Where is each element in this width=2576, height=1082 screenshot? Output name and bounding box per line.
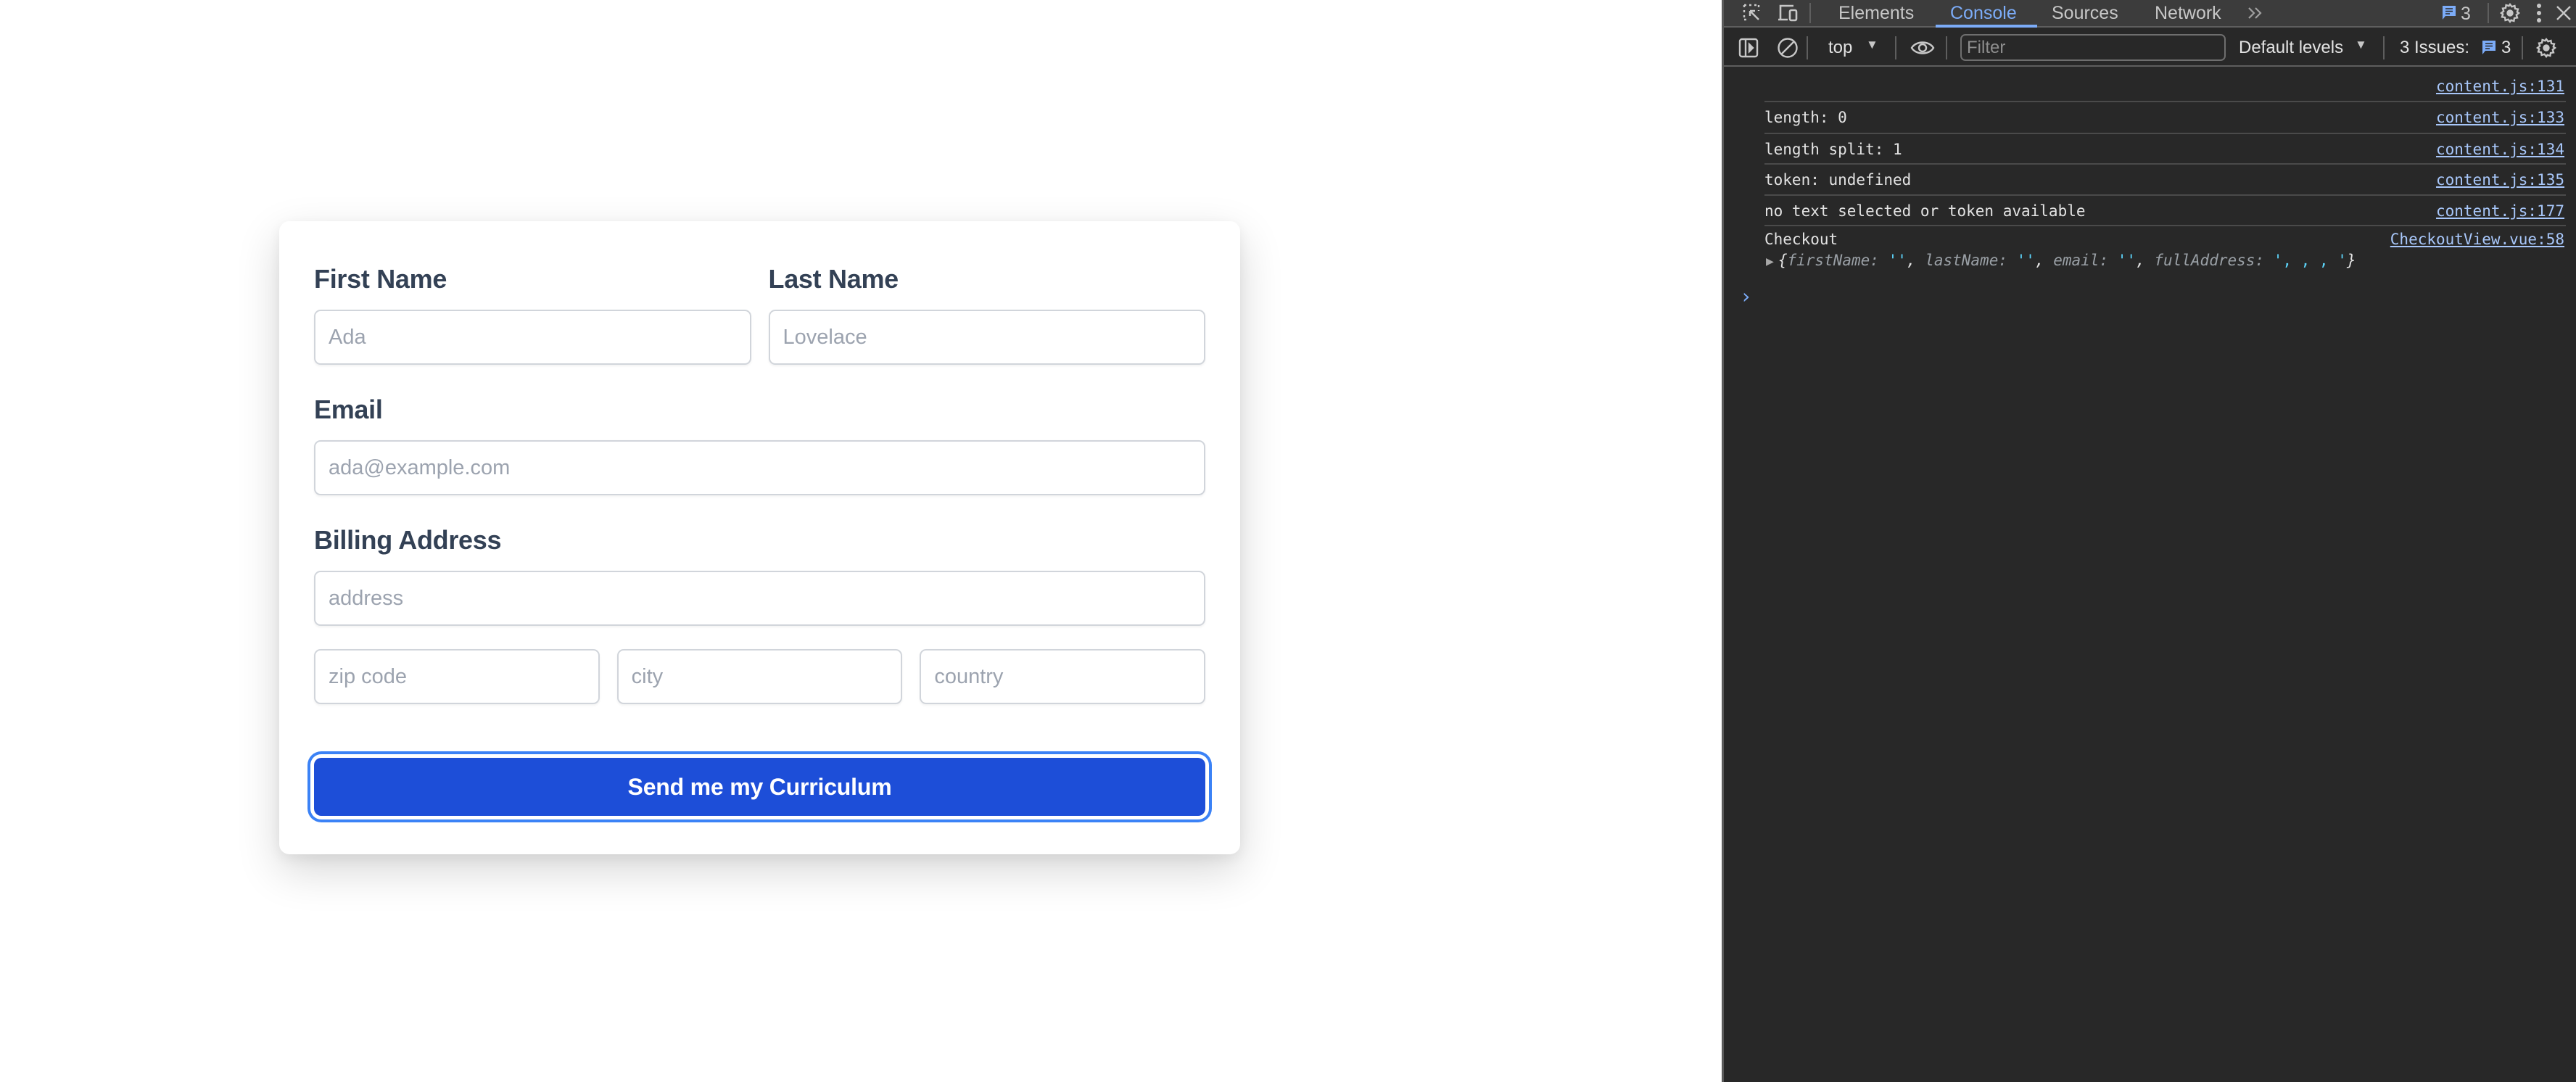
- more-tabs-chevron-icon[interactable]: [2245, 2, 2266, 24]
- log-message: length: 0: [1764, 109, 1847, 126]
- active-tab-underline: [1936, 25, 2037, 28]
- web-page: First Name Last Name Email Billing Addre…: [0, 0, 1722, 1082]
- levels-dropdown-caret-icon[interactable]: ▼: [2355, 38, 2367, 52]
- first-name-input[interactable]: [314, 310, 751, 365]
- devtools-tab-bar: Elements Console Sources Network 3: [1724, 0, 2576, 28]
- messages-icon[interactable]: [2441, 4, 2457, 22]
- send-curriculum-button[interactable]: Send me my Curriculum: [314, 758, 1205, 816]
- toolbar-divider: [1946, 36, 1947, 59]
- console-settings-gear-icon[interactable]: [2535, 36, 2558, 59]
- issues-label[interactable]: 3 Issues:: [2400, 38, 2469, 58]
- clear-console-icon[interactable]: [1776, 36, 1799, 59]
- toolbar-divider: [2522, 36, 2523, 59]
- log-source-link[interactable]: CheckoutView.vue:58: [2390, 231, 2564, 248]
- console-output: content.js:131 length: 0 content.js:133 …: [1724, 68, 2576, 1082]
- console-log-row: length split: 1 content.js:134: [1764, 133, 2566, 163]
- inspect-element-icon[interactable]: [1740, 1, 1764, 25]
- settings-gear-icon[interactable]: [2498, 1, 2522, 25]
- messages-count: 3: [2461, 4, 2471, 24]
- expand-triangle-icon[interactable]: ▶: [1766, 254, 1774, 269]
- first-name-group: First Name: [314, 256, 751, 365]
- city-input[interactable]: [616, 649, 903, 704]
- toolbar-divider: [2383, 36, 2385, 59]
- tab-sources[interactable]: Sources: [2052, 4, 2118, 31]
- tab-bar-divider: [1809, 3, 1811, 23]
- log-source-link[interactable]: content.js:135: [2436, 171, 2564, 189]
- console-filter-input[interactable]: [1960, 34, 2226, 61]
- console-toolbar: top ▼ Default levels ▼ 3 Issues: 3: [1724, 29, 2576, 67]
- email-input[interactable]: [314, 440, 1205, 495]
- tab-elements[interactable]: Elements: [1838, 4, 1914, 31]
- log-levels-dropdown[interactable]: Default levels: [2239, 38, 2343, 58]
- address-details-row: [314, 649, 1205, 704]
- device-toolbar-icon[interactable]: [1776, 1, 1801, 25]
- log-source-link[interactable]: content.js:133: [2436, 109, 2564, 126]
- show-sidebar-icon[interactable]: [1737, 36, 1760, 59]
- console-log-row: token: undefined content.js:135: [1764, 163, 2566, 194]
- checkout-form: First Name Last Name Email Billing Addre…: [279, 221, 1240, 854]
- last-name-input[interactable]: [768, 310, 1205, 365]
- console-log-row: no text selected or token available cont…: [1764, 194, 2566, 225]
- log-message: length split: 1: [1764, 141, 1902, 158]
- last-name-group: Last Name: [768, 256, 1205, 365]
- console-log-row: content.js:131: [1764, 71, 2566, 102]
- devtools-panel: Elements Console Sources Network 3 top ▼…: [1722, 0, 2576, 1082]
- tab-bar-divider-right: [2488, 3, 2489, 23]
- console-log-row: length: 0 content.js:133: [1764, 102, 2566, 133]
- billing-address-label: Billing Address: [314, 525, 502, 555]
- log-message: no text selected or token available: [1764, 202, 2086, 220]
- log-source-link[interactable]: content.js:134: [2436, 141, 2564, 158]
- log-message: Checkout: [1764, 231, 1838, 248]
- toolbar-divider: [1895, 36, 1896, 59]
- log-source-link[interactable]: content.js:177: [2436, 202, 2564, 220]
- close-devtools-icon[interactable]: [2552, 1, 2575, 25]
- context-dropdown-caret-icon[interactable]: ▼: [1866, 38, 1878, 52]
- live-expression-eye-icon[interactable]: [1908, 36, 1937, 59]
- country-input[interactable]: [920, 649, 1205, 704]
- last-name-label: Last Name: [768, 264, 899, 294]
- console-log-row: Checkout CheckoutView.vue:58: [1764, 225, 2566, 277]
- name-row: First Name Last Name: [314, 256, 1205, 365]
- console-prompt-icon[interactable]: ›: [1740, 284, 1752, 308]
- email-label: Email: [314, 395, 383, 424]
- first-name-label: First Name: [314, 264, 447, 294]
- issues-count[interactable]: 3: [2501, 38, 2511, 58]
- address-input[interactable]: [314, 571, 1205, 626]
- object-preview[interactable]: ▶ {firstName: '', lastName: '', email: ''…: [1766, 252, 2356, 269]
- more-options-kebab-icon[interactable]: [2530, 1, 2548, 25]
- toolbar-divider: [1807, 36, 1808, 59]
- log-source-link[interactable]: content.js:131: [2436, 78, 2564, 95]
- zip-code-input[interactable]: [314, 649, 600, 704]
- context-selector[interactable]: top: [1828, 38, 1852, 58]
- issues-message-icon[interactable]: [2481, 39, 2497, 57]
- tab-network[interactable]: Network: [2155, 4, 2221, 31]
- log-message: token: undefined: [1764, 171, 1912, 189]
